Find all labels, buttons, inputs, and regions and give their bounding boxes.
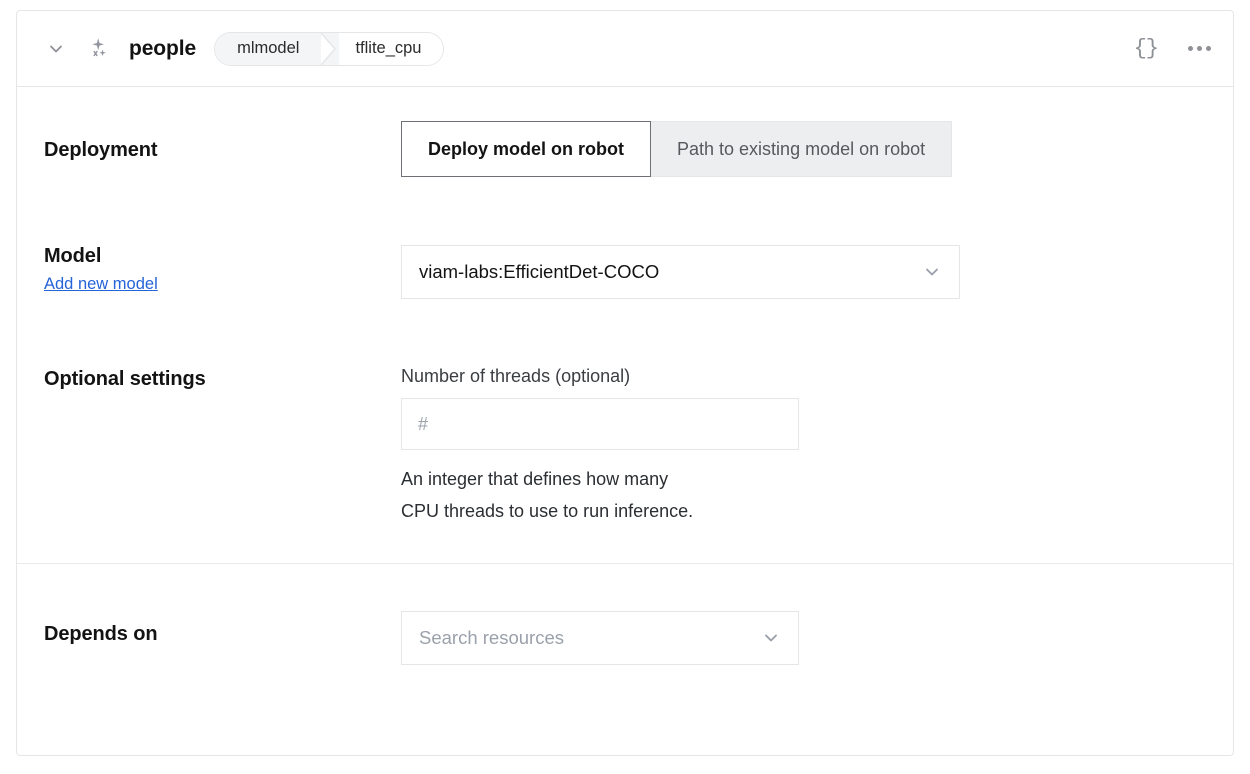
optional-settings-label-col: Optional settings: [17, 366, 401, 527]
deployment-label-col: Deployment: [17, 121, 401, 177]
segment-path-to-existing-model[interactable]: Path to existing model on robot: [651, 121, 952, 177]
depends-on-search-select[interactable]: Search resources: [401, 611, 799, 665]
model-label: Model: [44, 245, 401, 268]
dot-1: [1188, 46, 1193, 51]
json-icon-label: {}: [1134, 38, 1158, 60]
card-header: people mlmodel tflite_cpu {}: [17, 11, 1233, 87]
chevron-down-icon: [761, 628, 781, 648]
deployment-field-col: Deploy model on robot Path to existing m…: [401, 121, 1233, 177]
breadcrumb-api[interactable]: mlmodel: [215, 33, 325, 65]
page-title: people: [129, 37, 196, 61]
depends-on-label: Depends on: [44, 611, 401, 646]
breadcrumb: mlmodel tflite_cpu: [214, 32, 444, 66]
deployment-segmented-control: Deploy model on robot Path to existing m…: [401, 121, 952, 177]
optional-settings-field-col: Number of threads (optional) An integer …: [401, 366, 1233, 527]
more-dots: [1188, 46, 1211, 51]
chevron-down-icon: [922, 262, 942, 282]
dot-3: [1206, 46, 1211, 51]
threads-help-text: An integer that defines how many CPU thr…: [401, 463, 711, 527]
app-page: people mlmodel tflite_cpu {}: [0, 0, 1250, 774]
model-select[interactable]: viam-labs:EfficientDet-COCO: [401, 245, 960, 299]
depends-on-label-col: Depends on: [17, 611, 401, 665]
segment-deploy-model-on-robot[interactable]: Deploy model on robot: [401, 121, 651, 177]
optional-settings-label: Optional settings: [44, 366, 401, 391]
dot-2: [1197, 46, 1202, 51]
threads-input[interactable]: [401, 398, 799, 450]
json-braces-icon[interactable]: {}: [1134, 38, 1158, 60]
add-new-model-link[interactable]: Add new model: [44, 275, 158, 294]
deployment-label: Deployment: [44, 121, 401, 162]
section-optional-settings: Optional settings Number of threads (opt…: [17, 299, 1233, 563]
depends-on-placeholder: Search resources: [419, 627, 564, 649]
more-horizontal-icon[interactable]: [1188, 46, 1211, 51]
chevron-right-icon: [325, 33, 339, 65]
section-deployment: Deployment Deploy model on robot Path to…: [17, 87, 1233, 177]
chevron-down-icon[interactable]: [43, 36, 69, 62]
model-label-col: Model Add new model: [17, 245, 401, 299]
depends-on-field-col: Search resources: [401, 611, 1233, 665]
card-header-actions: {}: [1134, 38, 1211, 60]
section-model: Model Add new model viam-labs:EfficientD…: [17, 177, 1233, 299]
model-select-value: viam-labs:EfficientDet-COCO: [419, 261, 659, 283]
model-field-col: viam-labs:EfficientDet-COCO: [401, 245, 1233, 299]
resource-config-card: people mlmodel tflite_cpu {}: [16, 10, 1234, 756]
card-header-left: people mlmodel tflite_cpu: [43, 32, 1134, 66]
breadcrumb-model[interactable]: tflite_cpu: [339, 33, 443, 65]
card-body: Deployment Deploy model on robot Path to…: [17, 87, 1233, 705]
section-depends-on: Depends on Search resources: [17, 564, 1233, 705]
ml-model-sparkle-icon: [85, 34, 115, 64]
threads-field-label: Number of threads (optional): [401, 366, 1233, 387]
